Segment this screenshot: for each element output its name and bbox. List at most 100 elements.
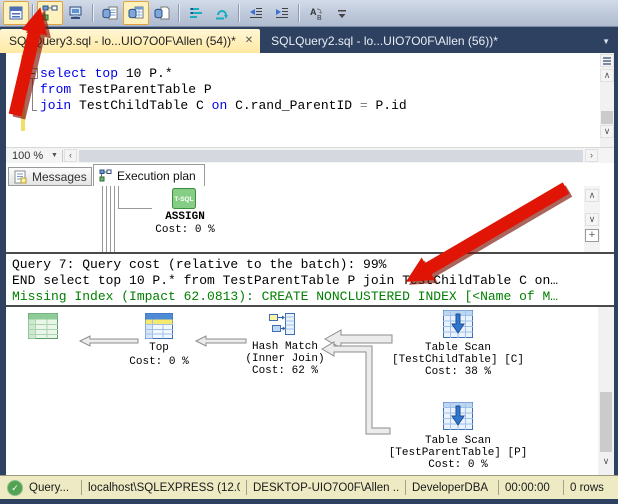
plan-node-name[interactable]: Hash Match [245, 341, 325, 353]
svg-text:B: B [317, 15, 322, 21]
table-scan-icon[interactable] [443, 402, 473, 430]
results-pane-icon [9, 6, 23, 20]
scroll-up-icon[interactable]: ∧ [585, 189, 599, 202]
status-login: DESKTOP-UIO7O0F\Allen ... [253, 481, 399, 494]
query-success-icon: ✓ [7, 479, 23, 496]
execution-plan-icon [42, 5, 58, 21]
decrease-indent-icon [250, 8, 262, 18]
scroll-up-icon[interactable]: ∧ [600, 69, 614, 82]
plan-connector-line [114, 186, 115, 252]
sql-text: TestChildTable C [71, 98, 212, 113]
plan-node-name: ASSIGN [165, 211, 205, 223]
plan-connector-elbow [118, 208, 152, 209]
plan-node-name[interactable]: Table Scan [388, 435, 528, 447]
sql-keyword: on [211, 98, 228, 113]
scroll-down-icon[interactable]: ∨ [585, 213, 599, 226]
increase-indent-button[interactable] [269, 1, 295, 25]
zoom-in-icon[interactable]: + [585, 229, 599, 242]
editor-splitter-handle[interactable] [600, 54, 614, 67]
sql-operator: = [359, 98, 368, 113]
sql-keyword: join [40, 98, 72, 113]
status-separator [563, 480, 564, 495]
zoom-level-value: 100 % [12, 150, 44, 162]
tab-label: Messages [32, 169, 87, 184]
code-line: join TestChildTable C on C.rand_ParentID… [40, 98, 407, 114]
plan-top-scrollbar[interactable]: ∧ ∨ + [584, 186, 600, 252]
divider [62, 150, 63, 162]
comment-selected-lines-button[interactable] [183, 1, 209, 25]
sql-text: P.id [367, 98, 407, 113]
toolbar-separator [92, 4, 94, 22]
show-results-pane-button[interactable] [3, 1, 29, 25]
svg-text:T-SQL: T-SQL [174, 196, 193, 203]
scroll-down-icon[interactable]: ∨ [599, 454, 613, 468]
arrow-hashmatch-to-top [194, 335, 247, 347]
results-to-file-button[interactable] [149, 1, 175, 25]
top-icon[interactable] [145, 313, 173, 339]
tab-sqlquery3[interactable]: SQLQuery3.sql - lo...UIO7O0F\Allen (54))… [0, 29, 261, 53]
plan-main-scrollbar[interactable]: ∨ [598, 307, 614, 475]
tsql-icon[interactable]: T-SQL [172, 188, 196, 209]
editor-vertical-scrollbar[interactable]: ∧ ∨ [600, 53, 614, 147]
code-fold-toggle[interactable] [27, 68, 38, 79]
editor-zoom-dropdown[interactable]: 100 % ▼ [6, 148, 62, 163]
scroll-down-icon[interactable]: ∨ [600, 125, 614, 138]
h-scrollbar-thumb[interactable] [79, 150, 583, 162]
status-separator [81, 480, 82, 495]
ssms-window: AB SQLQuery3.sql - lo...UIO7O0F\Allen (5… [0, 0, 618, 504]
uncomment-selected-lines-button[interactable] [209, 1, 235, 25]
plan-connector-line [102, 186, 103, 252]
plan-node-cost: Cost: 0 % [129, 356, 189, 368]
status-separator [498, 480, 499, 495]
close-icon[interactable]: ✕ [245, 36, 253, 46]
tab-sqlquery2[interactable]: SQLQuery2.sql - lo...UIO7O0F\Allen (56))… [260, 29, 509, 53]
plan-connector-line [106, 186, 107, 252]
results-to-text-button[interactable] [97, 1, 123, 25]
template-parameters-icon: AB [310, 7, 322, 21]
query-cost-line: Query 7: Query cost (relative to the bat… [12, 257, 387, 272]
results-to-grid-button[interactable] [123, 1, 149, 25]
query-window: select top 10 P.* from TestParentTable P… [6, 53, 614, 475]
toolbar-separator [178, 4, 180, 22]
arrow-childscan-to-hashmatch [323, 329, 393, 349]
document-well-dropdown-icon[interactable]: ▼ [602, 37, 610, 46]
code-line: select top 10 P.* [40, 66, 173, 82]
missing-index-line[interactable]: Missing Index (Impact 62.0813): CREATE N… [12, 289, 558, 305]
execution-plan-top-pane[interactable]: T-SQL ASSIGN Cost: 0 % ∧ ∨ + [6, 186, 614, 252]
chevron-down-icon: ▼ [51, 152, 58, 159]
sql-text: TestParentTable P [71, 82, 212, 97]
plan-node-name[interactable]: Top [119, 342, 199, 354]
sql-editor-toolbar: AB [0, 0, 618, 27]
scrollbar-thumb[interactable] [601, 111, 613, 124]
specify-template-parameters-button[interactable]: AB [303, 1, 329, 25]
tab-messages[interactable]: Messages [8, 167, 92, 186]
toolbar-options-button[interactable] [329, 1, 355, 25]
plan-node-name[interactable]: Table Scan [388, 342, 528, 354]
table-scan-icon[interactable] [443, 310, 473, 338]
plan-node-cost: Cost: 0 % [428, 459, 488, 471]
results-to-file-icon [154, 6, 170, 20]
hash-match-icon[interactable] [268, 312, 296, 337]
plan-node-sub: [TestParentTable] [P] [388, 447, 528, 459]
include-actual-execution-plan-button[interactable] [37, 1, 63, 25]
select-result-icon[interactable] [28, 313, 58, 339]
scroll-left-icon[interactable]: ‹ [64, 149, 77, 162]
comment-lines-icon [190, 8, 202, 18]
plan-node-cost: Cost: 0 % [155, 224, 215, 236]
scroll-right-icon[interactable]: › [585, 149, 598, 162]
scrollbar-thumb[interactable] [600, 392, 612, 452]
toolbar-overflow-icon [338, 10, 346, 18]
status-separator [246, 480, 247, 495]
splitter-grip-icon [603, 59, 611, 62]
sql-editor[interactable]: select top 10 P.* from TestParentTable P… [6, 53, 614, 147]
tab-execution-plan[interactable]: Execution plan [93, 164, 205, 186]
arrow-parentscan-to-hashmatch [321, 341, 391, 435]
toolbar-separator [238, 4, 240, 22]
execution-plan-main-pane[interactable]: SELECT Cost: 0 % Top Cost: 0 % [6, 307, 614, 475]
decrease-indent-button[interactable] [243, 1, 269, 25]
status-query-state: Query... [29, 481, 70, 494]
tab-label: SQLQuery3.sql - lo...UIO7O0F\Allen (54))… [9, 34, 236, 48]
messages-icon [14, 170, 27, 183]
include-client-statistics-button[interactable] [63, 1, 89, 25]
status-bar: ✓ Query... localhost\SQLEXPRESS (12.0 ..… [0, 475, 618, 499]
